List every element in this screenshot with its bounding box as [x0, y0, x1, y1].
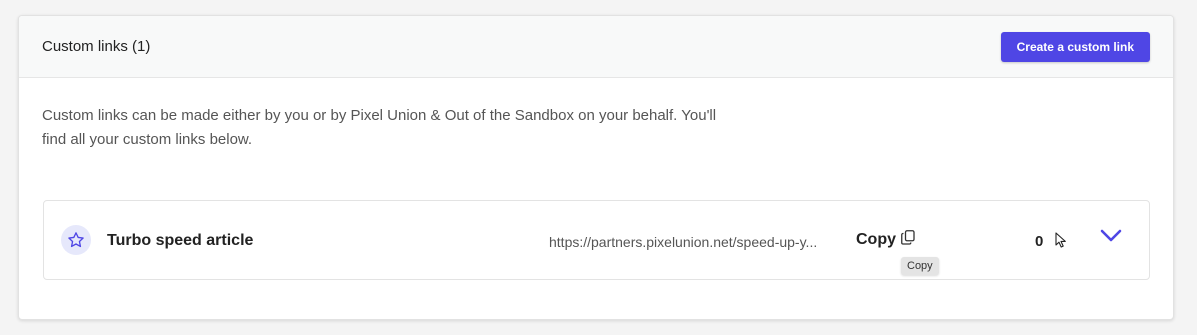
- link-url: https://partners.pixelunion.net/speed-up…: [549, 234, 818, 250]
- star-icon: [61, 225, 91, 255]
- card-title: Custom links (1): [42, 38, 151, 55]
- cursor-icon: [1055, 232, 1067, 253]
- create-custom-link-button[interactable]: Create a custom link: [1000, 31, 1150, 62]
- copy-icon: [901, 230, 915, 250]
- description-text: Custom links can be made either by you o…: [42, 107, 717, 148]
- click-count: 0: [1035, 233, 1044, 250]
- copy-label: Copy: [856, 231, 896, 248]
- custom-links-card: Custom links (1) Create a custom link Cu…: [18, 15, 1174, 320]
- link-name: Turbo speed article: [107, 232, 254, 249]
- copy-button[interactable]: Copy: [856, 230, 915, 250]
- copy-tooltip: Copy: [901, 257, 939, 275]
- custom-link-row: Turbo speed article https://partners.pix…: [43, 200, 1150, 280]
- card-header: Custom links (1) Create a custom link: [19, 16, 1173, 78]
- chevron-down-icon[interactable]: [1100, 229, 1122, 248]
